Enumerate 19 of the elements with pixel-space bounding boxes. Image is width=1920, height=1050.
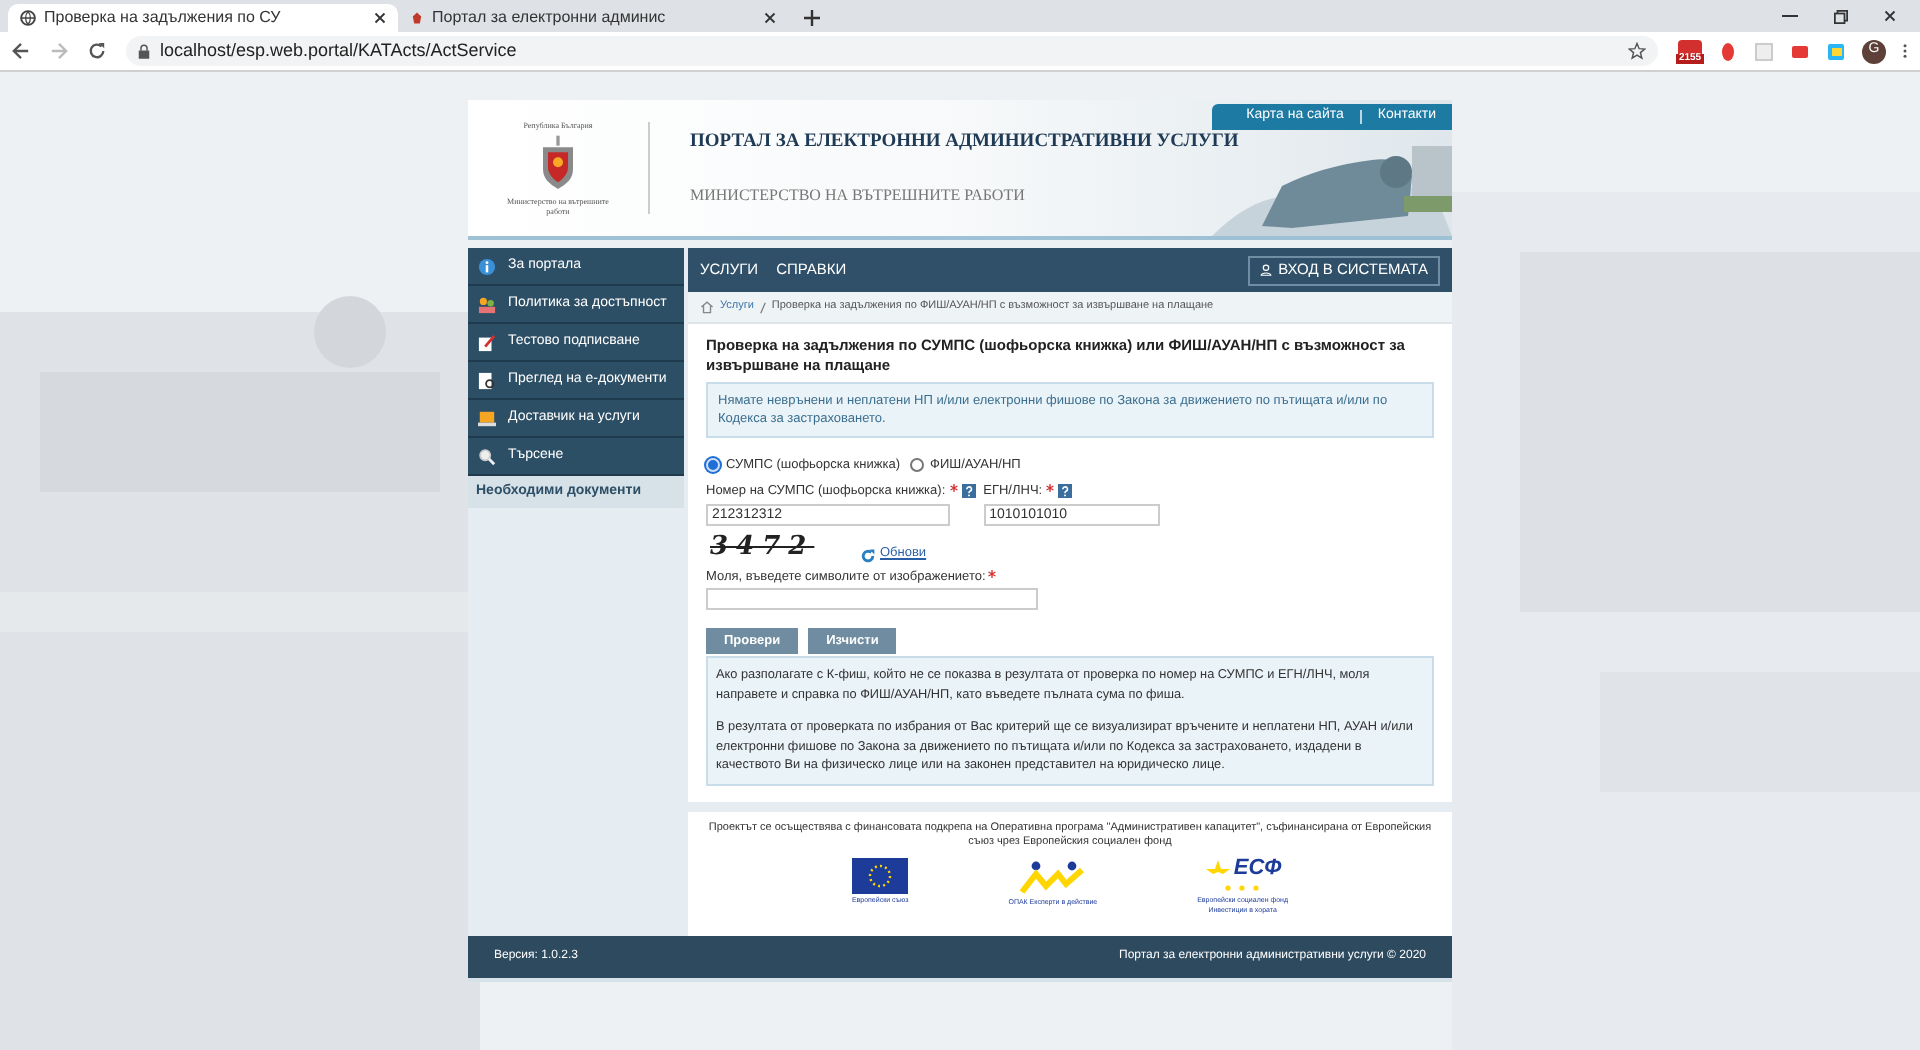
forward-icon [50,42,68,60]
close-icon [1884,10,1896,22]
restore-icon [1834,9,1848,23]
close-icon [764,12,776,24]
lock-icon [138,43,150,59]
tab-title: Проверка на задължения по СУ [44,6,283,30]
menu-icon [1902,42,1908,60]
close-icon [374,12,386,24]
browser-tab[interactable]: Проверка на задължения по СУ [8,4,398,32]
reload-icon [88,42,106,60]
opera-icon [1718,41,1738,61]
url-text: localhost/esp.web.portal/KATActs/ActService [160,37,519,64]
plus-icon[interactable] [804,10,820,26]
globe-icon [20,10,36,26]
star-icon [1628,42,1646,60]
back-icon [12,42,30,60]
address-bar[interactable]: localhost/esp.web.portal/KATActs/ActService [126,36,1658,66]
shield-icon [410,10,424,26]
tab-title: Портал за електронни админис [432,6,668,30]
